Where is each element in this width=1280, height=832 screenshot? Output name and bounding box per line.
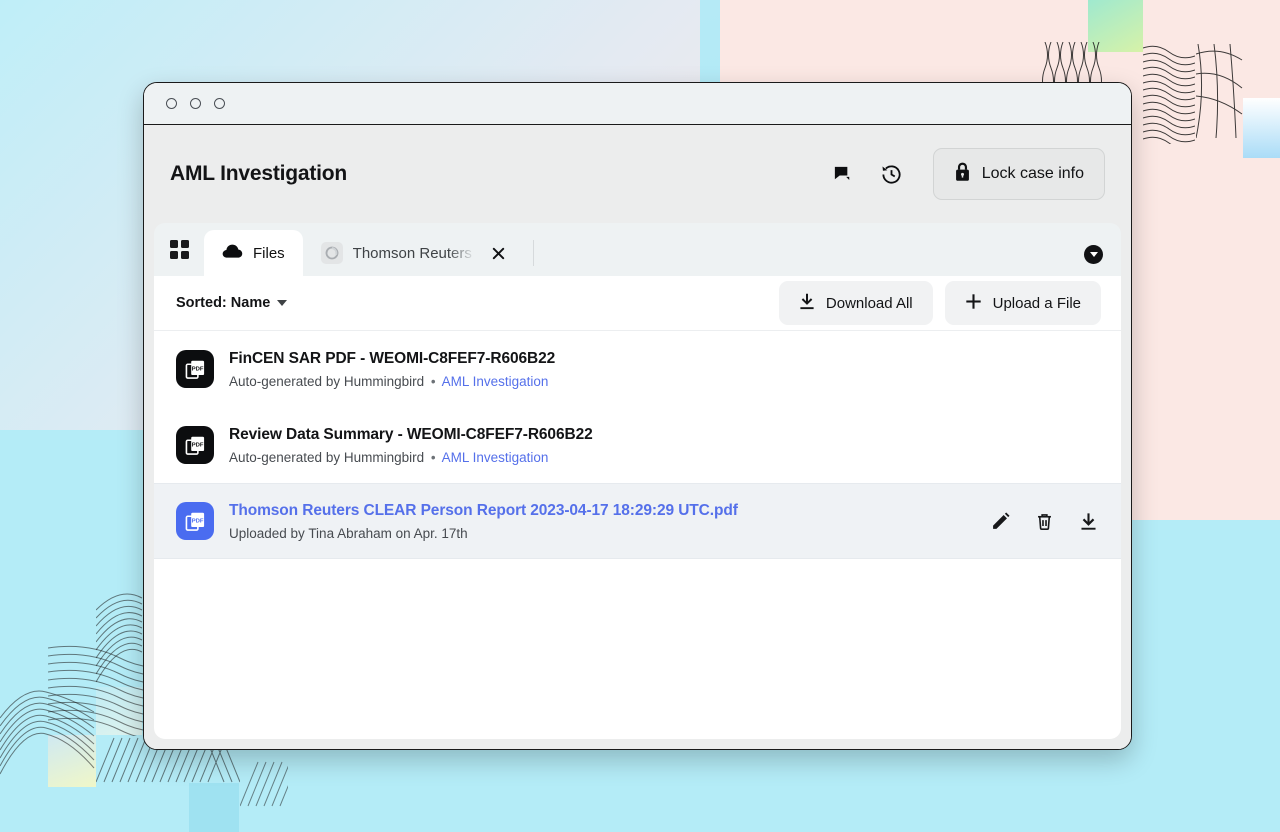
tab-strip-right (1084, 245, 1121, 276)
download-all-button[interactable]: Download All (778, 281, 933, 325)
lock-icon (954, 162, 971, 187)
texture-fingerprint-c (0, 688, 96, 784)
upload-file-button[interactable]: Upload a File (944, 281, 1101, 325)
tab-thomson-reuters[interactable]: Thomson Reuters CLEAR (303, 230, 527, 276)
cloud-icon (222, 243, 243, 263)
pdf-file-icon: PDF (176, 426, 214, 464)
plus-icon (965, 293, 982, 314)
download-icon (799, 293, 815, 314)
file-meta-separator: • (430, 449, 436, 465)
tab-divider (532, 240, 534, 266)
header-actions: Lock case info (831, 148, 1105, 200)
tab-thomson-reuters-label: Thomson Reuters CLEAR (352, 244, 475, 262)
file-list: PDF FinCEN SAR PDF - WEOMI-C8FEF7-R606B2… (154, 331, 1121, 739)
page-title: AML Investigation (170, 162, 348, 185)
tab-strip-inner: Files Thomson Reuters CLEAR (154, 223, 1121, 276)
history-clock-icon[interactable] (879, 161, 905, 187)
texture-web-topright (1196, 44, 1244, 140)
file-case-link[interactable]: AML Investigation (442, 450, 549, 465)
file-info: FinCEN SAR PDF - WEOMI-C8FEF7-R606B22 Au… (229, 350, 555, 389)
tab-strip: Files Thomson Reuters CLEAR (154, 223, 1121, 276)
chevron-down-circle-icon[interactable] (1084, 245, 1103, 264)
file-name: Review Data Summary - WEOMI-C8FEF7-R606B… (229, 425, 593, 443)
delete-icon[interactable] (1033, 510, 1055, 532)
tab-files-label: Files (253, 244, 285, 262)
app-window: AML Investigation Lock case info Files T… (143, 82, 1132, 750)
svg-text:PDF: PDF (191, 518, 203, 524)
file-name: FinCEN SAR PDF - WEOMI-C8FEF7-R606B22 (229, 349, 556, 367)
upload-file-label: Upload a File (992, 294, 1081, 312)
grid-glyph (169, 240, 189, 259)
edit-icon[interactable] (989, 510, 1011, 532)
file-info: Review Data Summary - WEOMI-C8FEF7-R606B… (229, 426, 593, 465)
file-meta-prefix: Auto-generated by Hummingbird (229, 373, 425, 389)
file-case-link[interactable]: AML Investigation (442, 374, 549, 389)
window-titlebar (144, 83, 1131, 125)
pdf-file-icon: PDF (176, 502, 214, 540)
file-meta-prefix: Auto-generated by Hummingbird (229, 449, 425, 465)
bg-block-blue-gradient (1243, 98, 1280, 158)
tab-close-icon[interactable] (489, 243, 509, 263)
lock-case-info-button[interactable]: Lock case info (932, 148, 1105, 200)
thomson-reuters-swirl-icon (320, 242, 343, 264)
file-meta-separator: • (430, 373, 436, 389)
file-meta-prefix: Uploaded by Tina Abraham on Apr. 17th (229, 525, 468, 541)
app-body: AML Investigation Lock case info Files T… (144, 125, 1131, 749)
file-row-actions (969, 510, 1099, 532)
chevron-down-glyph (1089, 252, 1098, 257)
file-meta: Uploaded by Tina Abraham on Apr. 17th (229, 526, 738, 541)
file-row[interactable]: PDF Thomson Reuters CLEAR Person Report … (154, 483, 1121, 559)
download-icon[interactable] (1077, 510, 1099, 532)
grid-apps-icon[interactable] (154, 223, 204, 276)
download-all-label: Download All (825, 294, 913, 312)
chat-bubble-icon[interactable] (831, 161, 857, 187)
svg-text:PDF: PDF (191, 442, 203, 448)
file-meta: Auto-generated by Hummingbird • AML Inve… (229, 374, 555, 389)
sort-dropdown[interactable]: Sorted: Name (176, 295, 288, 311)
file-row[interactable]: PDF FinCEN SAR PDF - WEOMI-C8FEF7-R606B2… (154, 331, 1121, 407)
sort-label: Sorted: Name (176, 295, 271, 311)
toolbar-actions: Download All Upload a File (778, 281, 1101, 325)
file-name[interactable]: Thomson Reuters CLEAR Person Report 2023… (229, 502, 738, 520)
pdf-file-icon: PDF (176, 350, 214, 388)
texture-hatch-e (240, 760, 288, 808)
window-minimize-button[interactable] (190, 98, 201, 109)
window-maximize-button[interactable] (214, 98, 225, 109)
bg-block-cyan-small (189, 783, 239, 832)
lock-case-info-label: Lock case info (981, 165, 1084, 182)
chevron-down-icon (277, 300, 288, 306)
file-meta: Auto-generated by Hummingbird • AML Inve… (229, 450, 593, 465)
file-row[interactable]: PDF Review Data Summary - WEOMI-C8FEF7-R… (154, 407, 1121, 483)
files-panel: Sorted: Name Download All Upload a File … (154, 276, 1121, 739)
files-toolbar: Sorted: Name Download All Upload a File (154, 276, 1121, 331)
case-header: AML Investigation Lock case info (144, 125, 1131, 223)
file-info: Thomson Reuters CLEAR Person Report 2023… (229, 502, 738, 541)
texture-waves-topright (1143, 44, 1195, 144)
tab-files[interactable]: Files (204, 230, 303, 276)
svg-text:PDF: PDF (191, 366, 203, 372)
window-close-button[interactable] (166, 98, 177, 109)
